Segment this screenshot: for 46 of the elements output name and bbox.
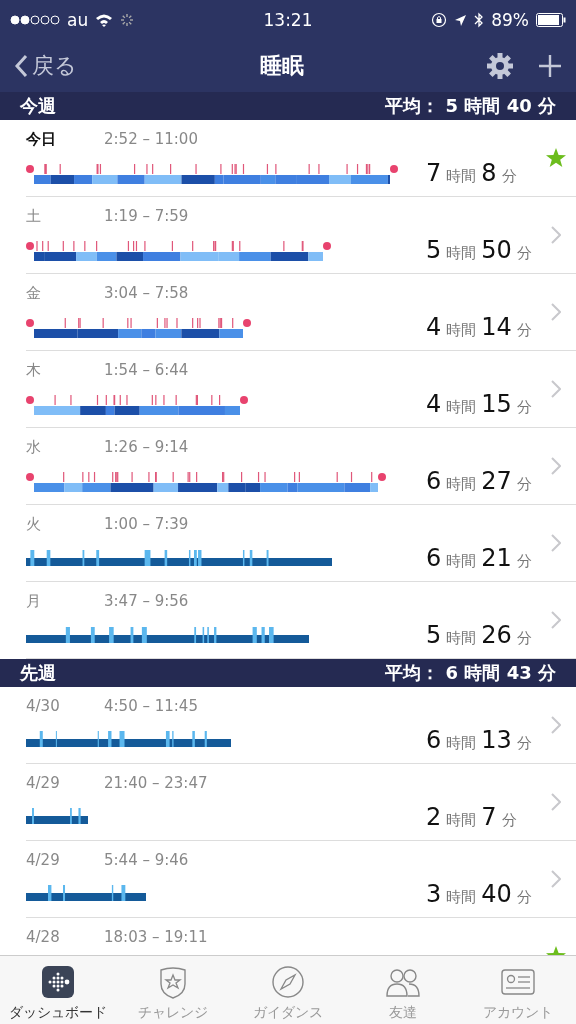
screen-title: 睡眠	[259, 52, 304, 80]
sleep-time-range: 3:47 – 9:56	[104, 592, 189, 611]
day-label: 4/28	[26, 928, 61, 946]
day-label: 月	[26, 592, 42, 611]
sleep-time-range: 1:00 – 7:39	[104, 515, 189, 534]
tab-button[interactable]: ガイダンス	[230, 956, 346, 1024]
sleep-time-range: 3:04 – 7:58	[104, 284, 189, 303]
sleep-duration: 2 時間 7 分	[426, 803, 518, 831]
sleep-time-range: 1:19 – 7:59	[104, 207, 189, 226]
sleep-time-range: 4:50 – 11:45	[104, 697, 198, 715]
sleep-duration: 4 時間 15 分	[426, 390, 533, 418]
sleep-duration: 6 時間 21 分	[426, 544, 533, 572]
sleep-duration: 4 時間 14 分	[426, 313, 533, 341]
sleep-time-range: 2:52 – 11:00	[104, 130, 198, 149]
sleep-time-range: 1:26 – 9:14	[104, 438, 189, 457]
day-label: 4/29	[26, 851, 61, 869]
sleep-duration: 3 時間 40 分	[426, 880, 533, 908]
back-button[interactable]: 戻る	[14, 51, 77, 81]
sleep-time-range: 5:44 – 9:46	[104, 851, 189, 869]
weekly-average: 平均： 5 時間 40 分	[385, 94, 556, 118]
day-label: 金	[26, 284, 42, 303]
day-label: 4/30	[26, 697, 61, 715]
day-label: 今日	[26, 130, 57, 149]
tab-button[interactable]: 友達	[345, 956, 461, 1024]
week-label: 先週	[20, 661, 56, 685]
battery-percent: 89%	[491, 10, 529, 30]
weekly-average: 平均： 6 時間 43 分	[385, 661, 556, 685]
sleep-duration: 7 時間 8 分	[426, 159, 518, 187]
sleep-time-range: 21:40 – 23:47	[104, 774, 208, 792]
day-label: 4/29	[26, 774, 61, 792]
sleep-time-range: 18:03 – 19:11	[104, 928, 208, 946]
carrier-name: au	[67, 10, 89, 30]
day-label: 土	[26, 207, 42, 226]
sleep-duration: 6 時間 27 分	[426, 467, 533, 495]
tab-button[interactable]: アカウント	[460, 956, 576, 1024]
sleep-duration: 5 時間 26 分	[426, 621, 533, 649]
tab-button[interactable]: ダッシュボード	[0, 956, 116, 1024]
day-label: 木	[26, 361, 42, 380]
sleep-duration: 6 時間 13 分	[426, 726, 533, 754]
sleep-time-range: 1:54 – 6:44	[104, 361, 189, 380]
day-label: 水	[26, 438, 42, 457]
day-label: 火	[26, 515, 42, 534]
week-label: 今週	[20, 94, 56, 118]
status-time: 13:21	[263, 10, 313, 30]
sleep-duration: 5 時間 50 分	[426, 236, 533, 264]
tab-button[interactable]: チャレンジ	[115, 956, 231, 1024]
